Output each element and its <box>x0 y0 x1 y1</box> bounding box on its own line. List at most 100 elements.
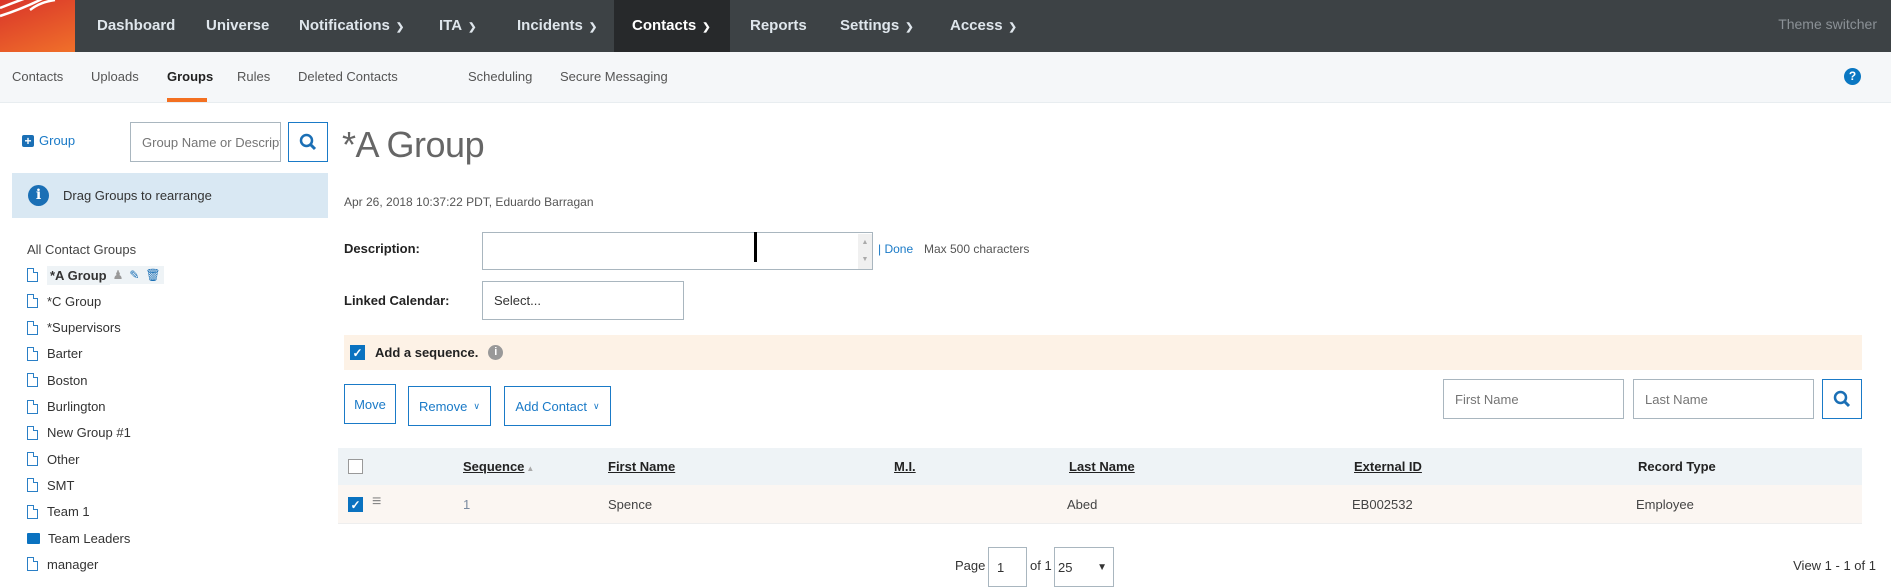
page-size-value: 25 <box>1058 559 1073 575</box>
description-label: Description: <box>344 241 420 256</box>
subnav-scheduling[interactable]: Scheduling <box>468 52 532 102</box>
group-label: Team Leaders <box>48 530 131 546</box>
group-item[interactable]: New Group #1 <box>27 422 131 444</box>
chevron-down-icon: ▼ <box>1097 561 1107 573</box>
first-name-search-input[interactable] <box>1443 379 1624 419</box>
last-name-search-input[interactable] <box>1633 379 1814 419</box>
group-search-input[interactable] <box>130 122 281 162</box>
add-group-button[interactable]: + Group <box>22 133 75 148</box>
nav-label: Contacts <box>632 17 697 34</box>
nav-notifications[interactable]: Notifications ❯ <box>299 0 404 52</box>
group-label: Other <box>47 451 80 467</box>
info-icon[interactable]: i <box>488 345 504 360</box>
document-icon <box>27 399 38 414</box>
group-item[interactable]: *A Group ♟ ✎ 🗑 <box>27 264 164 286</box>
col-mi[interactable]: M.I. <box>894 448 916 485</box>
add-contact-label: Add Contact <box>515 398 587 414</box>
text-cursor-icon <box>754 232 757 262</box>
subnav-uploads[interactable]: Uploads <box>91 52 139 102</box>
group-item[interactable]: SMT <box>27 474 74 496</box>
subnav-groups[interactable]: Groups <box>167 52 213 102</box>
page-input[interactable]: 1 <box>988 547 1027 587</box>
nav-ita[interactable]: ITA ❯ <box>439 0 476 52</box>
group-item[interactable]: *C Group <box>27 290 101 312</box>
group-search-button[interactable] <box>288 122 328 162</box>
contact-search-button[interactable] <box>1822 379 1862 419</box>
add-group-label: Group <box>39 133 76 148</box>
sub-nav: Contacts Uploads Groups Rules Deleted Co… <box>0 52 1891 103</box>
nav-reports[interactable]: Reports <box>750 0 807 52</box>
subnav-rules[interactable]: Rules <box>237 52 270 102</box>
chevron-down-icon: ❯ <box>1008 22 1017 33</box>
max-chars-hint: Max 500 characters <box>924 242 1030 256</box>
subnav-contacts[interactable]: Contacts <box>12 52 63 102</box>
group-item[interactable]: Other <box>27 448 80 470</box>
select-all-checkbox[interactable] <box>348 459 363 474</box>
chevron-down-icon: ❯ <box>905 22 914 33</box>
info-icon: i <box>28 185 49 206</box>
logo-icon <box>0 0 56 18</box>
group-item[interactable]: manager <box>27 553 98 575</box>
group-label: Burlington <box>47 399 106 414</box>
col-external-id[interactable]: External ID <box>1354 448 1422 485</box>
col-last-name[interactable]: Last Name <box>1069 448 1135 485</box>
chevron-down-icon: ∨ <box>592 400 600 411</box>
sort-asc-icon: ▲ <box>526 464 535 473</box>
nav-dashboard[interactable]: Dashboard <box>97 0 175 52</box>
row-checkbox[interactable]: ✓ <box>348 497 363 512</box>
manage-members-icon[interactable]: ♟ <box>109 266 127 284</box>
group-item[interactable]: Team Leaders <box>27 527 130 549</box>
document-icon <box>27 346 38 361</box>
page-size-select[interactable]: 25 ▼ <box>1054 547 1114 587</box>
top-nav: Dashboard Universe Notifications ❯ ITA ❯ I… <box>0 0 1891 52</box>
col-first-name[interactable]: First Name <box>608 448 675 485</box>
group-label: *A Group <box>47 265 110 285</box>
all-contact-groups[interactable]: All Contact Groups <box>27 242 136 257</box>
textarea-scrollbar[interactable]: ▲ ▼ <box>858 234 872 269</box>
nav-contacts[interactable]: Contacts ❯ <box>614 0 730 52</box>
cell-first-name: Spence <box>608 497 653 512</box>
group-label: Team 1 <box>47 504 90 520</box>
table-row[interactable] <box>338 485 1862 524</box>
col-sequence[interactable]: Sequence ▲ <box>463 448 534 487</box>
linked-calendar-select[interactable]: Select... <box>482 281 684 320</box>
document-icon <box>27 452 38 467</box>
theme-switcher[interactable]: Theme switcher <box>1778 0 1877 48</box>
subnav-secure-messaging[interactable]: Secure Messaging <box>560 52 668 102</box>
nav-incidents[interactable]: Incidents ❯ <box>517 0 597 52</box>
document-icon <box>27 557 38 572</box>
group-meta: Apr 26, 2018 10:37:22 PDT, Eduardo Barra… <box>344 195 594 209</box>
nav-label: ITA <box>439 17 463 34</box>
nav-settings[interactable]: Settings ❯ <box>840 0 914 52</box>
subnav-deleted-contacts[interactable]: Deleted Contacts <box>298 52 398 102</box>
group-item[interactable]: Team 1 <box>27 501 90 523</box>
cell-sequence: 1 <box>463 497 471 512</box>
group-item[interactable]: Boston <box>27 369 87 391</box>
delete-icon[interactable]: 🗑 <box>142 266 164 284</box>
done-link[interactable]: | Done <box>878 242 913 256</box>
drag-handle-icon[interactable]: ≡ <box>372 493 381 511</box>
page-title: *A Group <box>342 124 485 165</box>
move-button[interactable]: Move <box>344 384 396 424</box>
nav-universe[interactable]: Universe <box>206 0 269 52</box>
search-icon <box>1833 390 1851 408</box>
document-icon <box>27 373 38 388</box>
nav-label: Notifications <box>299 17 390 34</box>
brand-logo[interactable] <box>0 0 75 52</box>
help-icon[interactable]: ? <box>1844 68 1861 85</box>
edit-icon[interactable]: ✎ <box>126 266 143 284</box>
group-item[interactable]: Barter <box>27 343 82 365</box>
description-textarea[interactable] <box>482 232 873 270</box>
plus-icon: + <box>22 134 34 147</box>
remove-button[interactable]: Remove ∨ <box>408 386 491 426</box>
add-contact-button[interactable]: Add Contact ∨ <box>504 386 611 426</box>
chevron-down-icon: ❯ <box>395 22 405 33</box>
group-item[interactable]: *Supervisors <box>27 317 121 339</box>
group-item[interactable]: Burlington <box>27 396 106 418</box>
nav-label: Access <box>950 17 1003 34</box>
sequence-checkbox[interactable]: ✓ <box>350 345 365 360</box>
nav-label: Settings <box>840 17 900 34</box>
nav-access[interactable]: Access ❯ <box>950 0 1017 52</box>
sequence-label: Add a sequence. <box>375 345 479 360</box>
cell-last-name: Abed <box>1067 497 1098 512</box>
